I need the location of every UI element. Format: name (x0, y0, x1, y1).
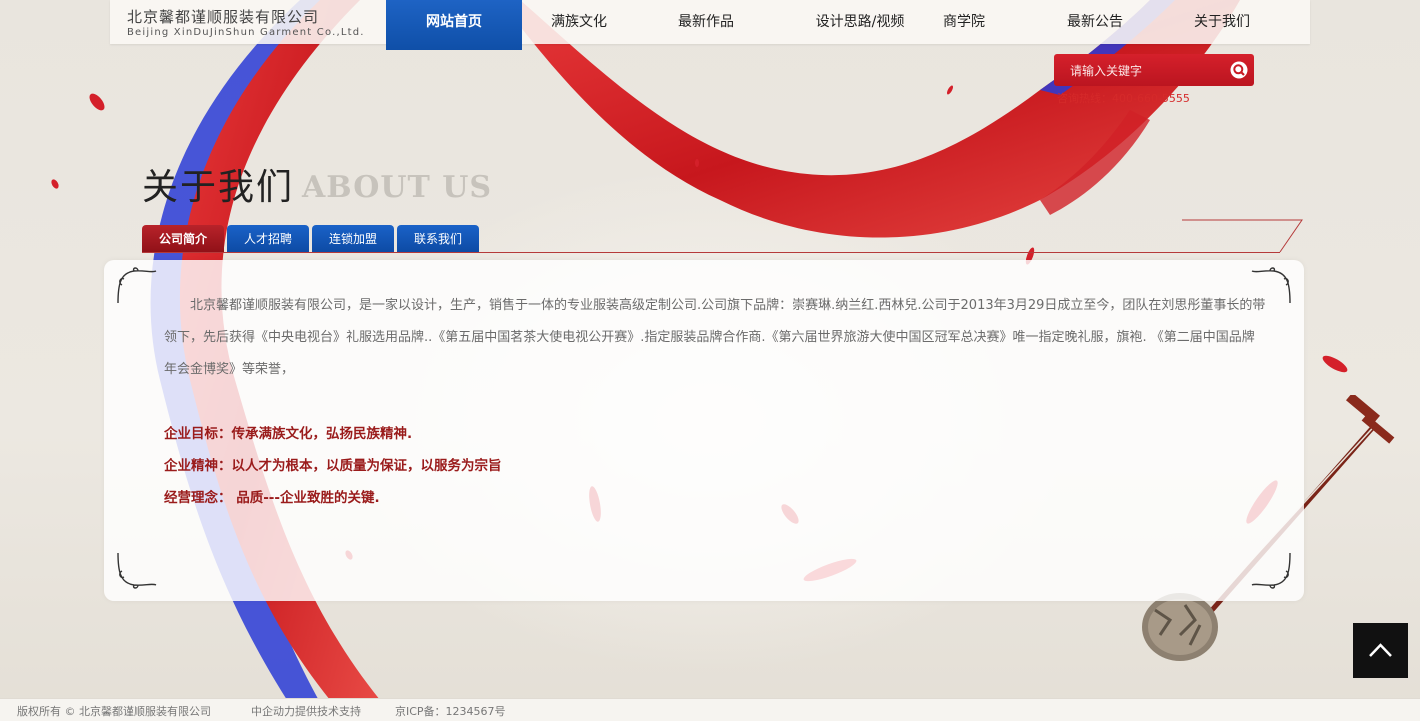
footer-icp[interactable]: 京ICP备：1234567号 (395, 703, 506, 719)
hotline-text: 咨询热线：400-660-5555 (1057, 92, 1190, 105)
tab-company-profile[interactable]: 公司简介 (142, 225, 224, 253)
tab-recruitment[interactable]: 人才招聘 (227, 225, 309, 253)
footer-tech-support[interactable]: 中企动力提供技术支持 (251, 703, 361, 719)
company-values: 企业目标：传承满族文化，弘扬民族精神. 企业精神：以人才为根本，以质量为保证，以… (164, 418, 502, 514)
nav-item-latest-works[interactable]: 最新作品 (643, 0, 769, 44)
tab-contact-us[interactable]: 联系我们 (397, 225, 479, 253)
search-button[interactable] (1230, 61, 1248, 79)
nav-item-home[interactable]: 网站首页 (386, 0, 522, 50)
tab-line-corner-decoration (1182, 219, 1303, 253)
tab-franchise[interactable]: 连锁加盟 (312, 225, 394, 253)
chevron-up-icon (1369, 643, 1392, 657)
tab-divider (142, 252, 1280, 253)
search-box (1054, 54, 1254, 86)
search-icon (1230, 61, 1248, 79)
footer-copyright: 版权所有 © 北京馨都谨顺服装有限公司 (17, 705, 211, 718)
nav-item-announcements[interactable]: 最新公告 (1036, 0, 1154, 44)
section-title: 关于我们 ABOUT US (142, 158, 491, 210)
logo-name-en: Beijing XinDuJinShun Garment Co.,Ltd. (127, 27, 365, 38)
value-goal: 企业目标：传承满族文化，弘扬民族精神. (164, 426, 413, 442)
logo-name-cn: 北京馨都谨顺服装有限公司 (127, 8, 320, 26)
nav-item-business-school[interactable]: 商学院 (914, 0, 1014, 44)
site-header: 北京馨都谨顺服装有限公司 Beijing XinDuJinShun Garmen… (110, 0, 1310, 50)
company-logo[interactable]: 北京馨都谨顺服装有限公司 Beijing XinDuJinShun Garmen… (127, 8, 365, 39)
corner-ornament-bottom-left (117, 552, 157, 589)
nav-item-design-video[interactable]: 设计思路/视频 (786, 0, 934, 44)
corner-ornament-top-left (117, 267, 157, 304)
company-intro-text: 北京馨都谨顺服装有限公司，是一家以设计，生产，销售于一体的专业服装高级定制公司.… (164, 298, 1266, 377)
back-to-top-button[interactable] (1353, 623, 1408, 678)
nav-item-about-us[interactable]: 关于我们 (1166, 0, 1278, 44)
value-spirit: 企业精神：以人才为根本，以质量为保证，以服务为宗旨 (164, 458, 502, 474)
nav-item-manchu-culture[interactable]: 满族文化 (516, 0, 642, 44)
value-philosophy: 经营理念： 品质---企业致胜的关键. (164, 490, 380, 506)
section-title-cn: 关于我们 (142, 167, 295, 208)
corner-ornament-bottom-right (1251, 552, 1291, 589)
section-title-en: ABOUT US (302, 170, 493, 205)
site-footer: 版权所有 © 北京馨都谨顺服装有限公司 中企动力提供技术支持 京ICP备：123… (0, 698, 1420, 721)
search-input[interactable] (1068, 60, 1232, 82)
